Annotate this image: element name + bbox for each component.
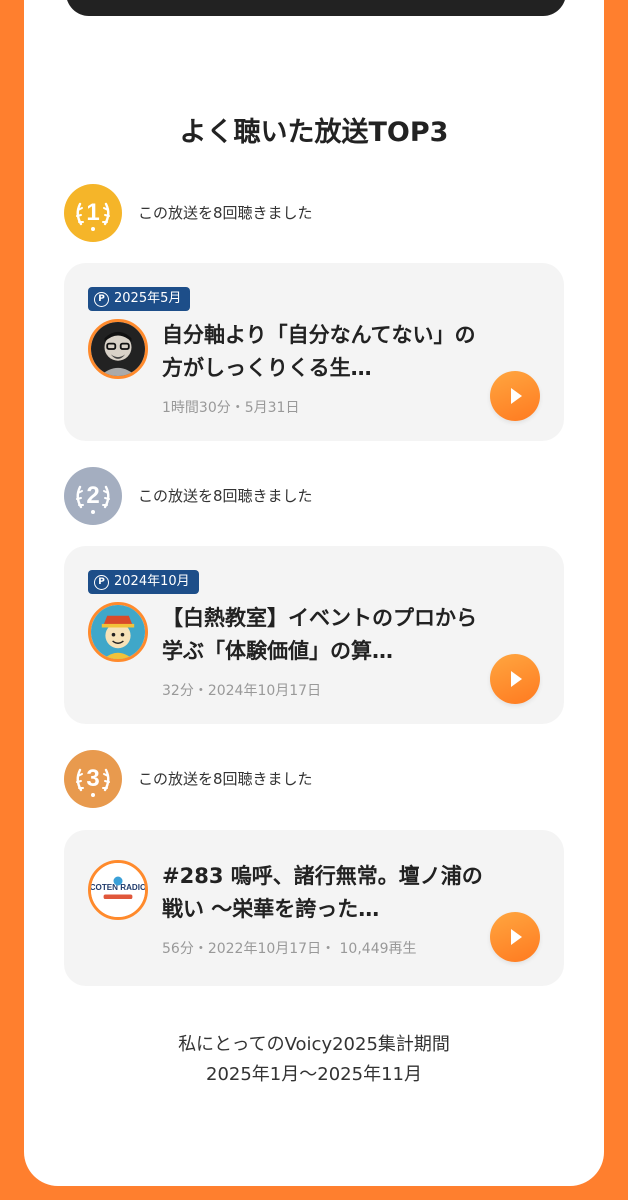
listen-count-text: この放送を8回聴きました [138, 770, 313, 788]
episode-card-1[interactable]: P 2025年5月 自分軸より「自分なんてない」の方がしっくりくる生… 1時間3… [64, 263, 564, 441]
premium-icon: P [94, 291, 109, 307]
play-button[interactable] [490, 912, 540, 962]
bronze-medal-icon: 3 [64, 750, 122, 808]
listen-count-text: この放送を8回聴きました [138, 204, 313, 222]
coten-radio-logo-icon: COTEN RADIO [91, 863, 145, 917]
episode-title[interactable]: 自分軸より「自分なんてない」の方がしっくりくる生… [162, 319, 486, 385]
premium-month-badge: P 2024年10月 [88, 570, 199, 594]
rank-row-3: 3 この放送を8回聴きました [64, 750, 564, 808]
illustrated-character-avatar-icon [91, 605, 145, 659]
episode-meta: 32分・2024年10月17日 [162, 683, 322, 699]
premium-month-badge: P 2025年5月 [88, 287, 191, 311]
rank-row-2: 2 この放送を8回聴きました [64, 467, 564, 525]
period-range: 2025年1月～2025年11月 [206, 1064, 422, 1085]
silver-medal-icon: 2 [64, 467, 122, 525]
channel-avatar [88, 319, 148, 379]
episode-title[interactable]: #283 嗚呼、諸行無常。壇ノ浦の戦い ～栄華を誇った… [162, 860, 486, 926]
listen-count-text: この放送を8回聴きました [138, 487, 313, 505]
section-title: よく聴いた放送TOP3 [179, 117, 449, 148]
badge-label: 2025年5月 [114, 291, 182, 306]
medal-rank-number: 2 [86, 482, 99, 509]
rank-row-1: 1 この放送を8回聴きました [64, 184, 564, 242]
medal-rank-number: 1 [86, 199, 99, 226]
episode-card-3[interactable]: COTEN RADIO #283 嗚呼、諸行無常。壇ノ浦の戦い ～栄華を誇った…… [64, 830, 564, 986]
play-icon [511, 388, 522, 404]
episode-meta: 1時間30分・5月31日 [162, 400, 300, 416]
episode-card-2[interactable]: P 2024年10月 【白熱教室】イベントのプロから学ぶ「体験価値」の算… 32… [64, 546, 564, 724]
channel-avatar [88, 602, 148, 662]
person-glasses-avatar-icon [91, 322, 145, 376]
top-button-bar[interactable] [66, 0, 566, 16]
episode-title[interactable]: 【白熱教室】イベントのプロから学ぶ「体験価値」の算… [162, 602, 486, 668]
medal-rank-number: 3 [86, 765, 99, 792]
play-button[interactable] [490, 371, 540, 421]
premium-icon: P [94, 574, 109, 590]
aggregation-period-note: 私にとってのVoicy2025集計期間 2025年1月～2025年11月 [0, 1030, 628, 1090]
play-button[interactable] [490, 654, 540, 704]
play-icon [511, 929, 522, 945]
episode-meta: 56分・2022年10月17日・ 10,449再生 [162, 941, 417, 957]
play-icon [511, 671, 522, 687]
gold-medal-icon: 1 [64, 184, 122, 242]
period-label: 私にとってのVoicy2025集計期間 [178, 1034, 450, 1055]
channel-avatar: COTEN RADIO [88, 860, 148, 920]
badge-label: 2024年10月 [114, 574, 190, 589]
